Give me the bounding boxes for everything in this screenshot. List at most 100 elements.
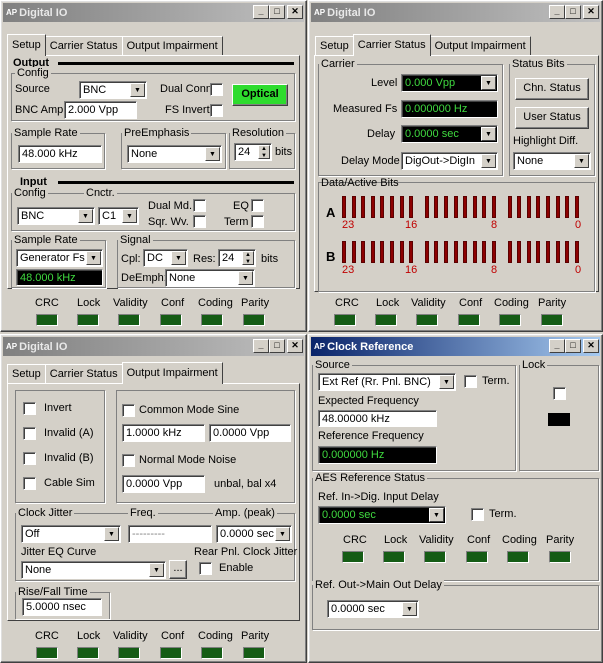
jitter-eq-dropdown[interactable]: None ▼ [21,561,166,579]
title-bar[interactable]: AP Digital IO _ □ ✕ [3,337,304,356]
cable-sim-label: Cable Sim [44,477,95,489]
fs-invert-checkbox[interactable] [210,104,223,117]
rise-fall-group: Rise/Fall Time 5.0000 nsec [15,586,110,619]
tick-label: 23 [342,219,355,231]
input-config-dropdown[interactable]: BNC ▼ [17,207,95,225]
validity-label: Validity [113,297,148,309]
tab-output-impairment[interactable]: Output Impairment [121,362,223,384]
tab-setup[interactable]: Setup [315,36,354,55]
channel-b-bits [342,241,592,265]
tab-output-impairment[interactable]: Output Impairment [121,36,223,55]
conf-label: Conf [161,630,185,642]
delay-mode-dropdown[interactable]: DigOut->DigIn ▼ [401,152,498,170]
lock-checkbox[interactable] [553,387,566,400]
bit-cell [492,196,496,218]
tab-carrier-status[interactable]: Carrier Status [44,36,123,55]
chevron-down-icon: ▼ [275,527,290,541]
coupling-dropdown[interactable]: DC ▼ [143,249,188,267]
bit-cell [517,241,522,263]
resolution-spinner[interactable]: 24 ▲ ▼ [234,143,272,161]
jitter-eq-label: Jitter EQ Curve [21,546,97,558]
deemph-label: DeEmph: [121,272,167,284]
clock-source-dropdown[interactable]: Ext Ref (Rr. Pnl. BNC) ▼ [318,373,456,391]
title-bar[interactable]: AP Clock Reference _ □ ✕ [311,337,600,356]
highlight-diff-dropdown[interactable]: None ▼ [513,152,591,170]
source-label: Source [15,83,50,95]
tick-label: 0 [575,264,582,276]
resolution-group: Resolution 24 ▲ ▼ bits [229,127,295,169]
delay-dropdown[interactable]: 0.0000 sec ▼ [401,125,498,143]
maximize-button[interactable]: □ [565,5,581,19]
minimize-button[interactable]: _ [549,5,565,19]
jitter-eq-browse-button[interactable]: ... [169,560,187,579]
normal-mode-noise-checkbox[interactable] [122,454,135,467]
eq-checkbox[interactable] [251,199,264,212]
title-bar[interactable]: AP Digital IO _ □ ✕ [311,3,600,22]
conf-led [160,647,182,659]
app-logo-icon: AP [6,8,18,17]
minimize-button[interactable]: _ [549,339,565,353]
invert-checkbox[interactable] [23,402,36,415]
invalid-b-checkbox[interactable] [23,452,36,465]
invalid-a-checkbox[interactable] [23,427,36,440]
tab-output-impairment[interactable]: Output Impairment [429,36,531,55]
minimize-button[interactable]: _ [253,5,269,19]
rise-fall-field[interactable]: 5.0000 nsec [22,598,102,616]
tab-setup[interactable]: Setup [7,364,46,383]
app-logo-icon: AP [314,342,326,351]
close-button[interactable]: ✕ [583,5,599,19]
term-checkbox[interactable] [251,215,264,228]
crc-label: CRC [35,297,59,309]
tab-setup[interactable]: Setup [7,34,46,56]
output-sample-rate-field[interactable]: 48.000 kHz [18,145,102,163]
jitter-freq-field[interactable]: --------- [128,525,212,543]
close-button[interactable]: ✕ [583,339,599,353]
term-checkbox[interactable] [464,375,477,388]
conf-led [160,314,182,326]
validity-label: Validity [411,297,446,309]
tab-carrier-status[interactable]: Carrier Status [352,34,431,56]
enable-checkbox[interactable] [199,562,212,575]
source-dropdown[interactable]: BNC ▼ [79,81,147,99]
dual-conn-checkbox[interactable] [210,83,223,96]
bit-cell [399,241,404,263]
preemphasis-dropdown[interactable]: None ▼ [127,145,222,163]
measured-fs-label: Measured Fs [333,103,398,115]
expected-frequency-field[interactable]: 48.00000 kHz [318,410,437,427]
connector-dropdown[interactable]: C1 ▼ [98,207,139,225]
jitter-amp-dropdown[interactable]: 0.0000 sec ▼ [216,525,292,543]
deemph-dropdown[interactable]: None ▼ [165,269,255,287]
maximize-button[interactable]: □ [269,339,285,353]
optical-button[interactable]: Optical [232,84,288,106]
maximize-button[interactable]: □ [565,339,581,353]
minimize-button[interactable]: _ [253,339,269,353]
aes-reference-status-group: AES Reference Status Ref. In->Dig. Input… [312,472,599,581]
cms-frequency-field[interactable]: 1.0000 kHz [122,424,205,442]
dual-md-checkbox[interactable] [193,199,206,212]
clock-jitter-dropdown[interactable]: Off ▼ [21,525,121,543]
common-mode-sine-checkbox[interactable] [122,404,135,417]
close-button[interactable]: ✕ [287,339,303,353]
parity-label: Parity [241,297,270,309]
enable-label: Enable [219,562,254,574]
level-dropdown[interactable]: 0.000 Vpp ▼ [401,74,498,92]
ref-in-delay-dropdown[interactable]: 0.0000 sec ▼ [318,506,446,524]
term-checkbox-2[interactable] [471,508,484,521]
cable-sim-checkbox[interactable] [23,477,36,490]
nmn-amplitude-field[interactable]: 0.0000 Vpp [122,475,205,493]
chn-status-button[interactable]: Chn. Status [515,78,589,100]
input-sample-rate-dropdown[interactable]: Generator Fs ▼ [16,249,103,267]
chevron-down-icon: ▼ [122,209,137,223]
user-status-button[interactable]: User Status [515,107,589,129]
tab-carrier-status[interactable]: Carrier Status [44,364,123,383]
input-resolution-spinner[interactable]: 24 ▲ ▼ [218,249,256,267]
sqr-wv-checkbox[interactable] [193,215,206,228]
title-bar[interactable]: AP Digital IO _ □ ✕ [3,3,304,22]
ref-out-delay-dropdown[interactable]: 0.0000 sec ▼ [327,600,419,618]
channel-a-label: A [326,205,336,220]
bnc-amp-field[interactable]: 2.000 Vpp [64,101,137,119]
close-button[interactable]: ✕ [287,5,303,19]
maximize-button[interactable]: □ [269,5,285,19]
cms-amplitude-field[interactable]: 0.0000 Vpp [209,424,291,442]
input-config-label: Config [12,187,48,199]
